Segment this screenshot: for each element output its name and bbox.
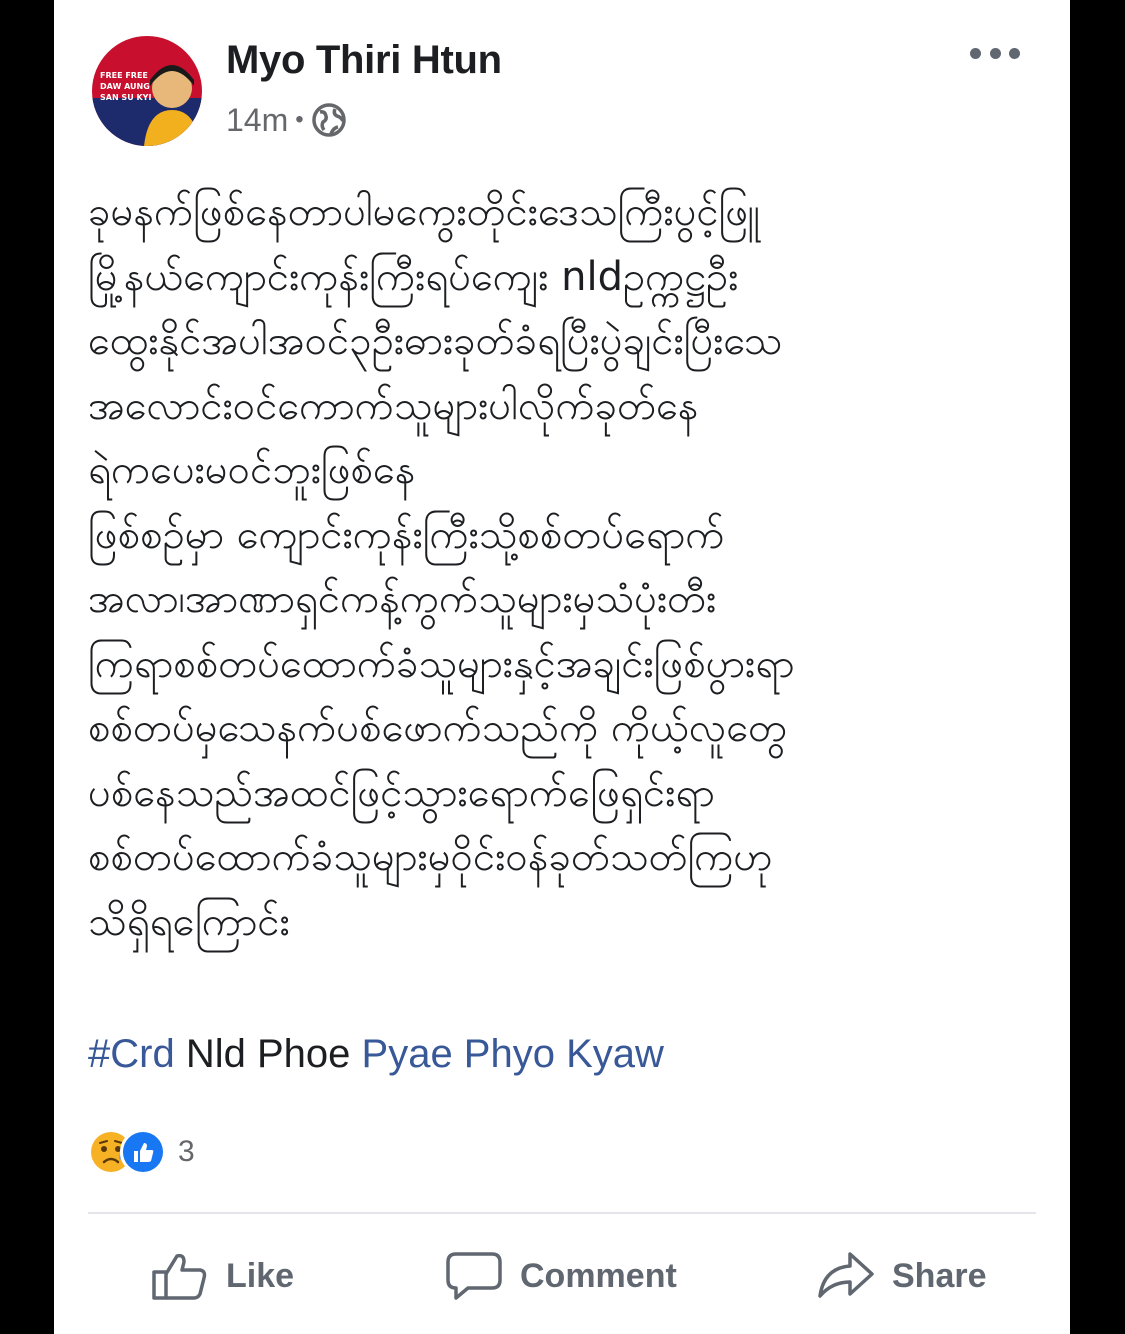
post-body-line: စစ်တပ်မှသေနက်ပစ်ဖောက်သည်ကို ကိုယ့်လူတွေ [88, 705, 788, 751]
post-body-line: ထွေးနိုင်အပါအဝင်၃ဦးဓားခုတ်ခံရပြီးပွဲချင်… [88, 318, 783, 364]
meta-separator: • [295, 106, 304, 133]
like-reaction-icon [120, 1129, 166, 1175]
avatar-image: FREE FREE DAW AUNG SAN SU KYI [92, 36, 202, 146]
post-body-line: မြို့နယ်ကျောင်းကုန်းကြီးရပ်ကျေး nldဥက္ကဋ… [88, 253, 739, 300]
post-meta: 14m • [226, 100, 347, 140]
post-body-line: ဖြစ်စဉ်မှာ ကျောင်းကုန်းကြီးသို့စစ်တပ်ရော… [88, 511, 725, 558]
like-label: Like [226, 1256, 295, 1295]
author-avatar[interactable]: FREE FREE DAW AUNG SAN SU KYI [92, 36, 202, 146]
comment-label: Comment [520, 1256, 677, 1295]
reaction-count: 3 [178, 1135, 195, 1168]
tagged-person-link[interactable]: Pyae Phyo Kyaw [362, 1032, 664, 1076]
comment-bubble-icon [446, 1252, 502, 1300]
post-body-line: အလာ၊အာဏာရှင်ကန့်ကွက်သူများမှသံပုံးတီး [88, 576, 717, 622]
post-actions-bar: Like Comment Share [54, 1240, 1070, 1312]
more-dot [970, 47, 981, 59]
author-name[interactable]: Myo Thiri Htun [226, 38, 502, 83]
post-body-line: ပစ်နေသည်အထင်ဖြင့်သွားရောက်ဖြေရှင်းရာ [88, 769, 715, 816]
post-card: FREE FREE DAW AUNG SAN SU KYI Myo Thiri … [54, 0, 1070, 1334]
globe-icon[interactable] [311, 102, 347, 138]
reaction-summary[interactable]: 3 [88, 1128, 195, 1176]
avatar-text-line-2: DAW AUNG [100, 82, 150, 91]
share-arrow-icon [818, 1252, 874, 1298]
actions-divider [88, 1212, 1036, 1214]
share-label: Share [892, 1256, 987, 1295]
like-button[interactable]: Like [150, 1240, 294, 1312]
post-body-line: သိရှိရကြောင်း [88, 898, 290, 945]
post-body-line: စစ်တပ်ထောက်ခံသူများမှဝိုင်းဝန်ခုတ်သတ်ကြဟ… [88, 834, 773, 880]
more-dot [989, 47, 1001, 59]
avatar-text-line-3: SAN SU KYI [100, 93, 151, 102]
post-body-line: ရဲကပေးမဝင်ဘူးဖြစ်နေ [88, 447, 416, 493]
thumbs-up-icon [152, 1253, 207, 1300]
hashtag-link[interactable]: #Crd [88, 1032, 175, 1076]
avatar-text-line-1: FREE FREE [100, 71, 148, 80]
post-body-line: အလောင်းဝင်ကောက်သူများပါလိုက်ခုတ်နေ [88, 382, 699, 429]
more-horizontal-icon[interactable] [970, 38, 1020, 68]
post-body-line: ခုမနက်ဖြစ်နေတာပါမကွေးတိုင်းဒေသကြီးပွင့်ဖ… [88, 189, 760, 235]
share-button[interactable]: Share [816, 1240, 987, 1312]
tag-plain-text: Nld Phoe [185, 1032, 351, 1076]
post-tags: #Crd Nld Phoe Pyae Phyo Kyaw [88, 1032, 664, 1077]
comment-button[interactable]: Comment [444, 1240, 677, 1312]
post-body: ခုမနက်ဖြစ်နေတာပါမကွေးတိုင်းဒေသကြီးပွင့်ဖ… [88, 180, 1038, 954]
more-dot [1009, 47, 1020, 59]
post-timestamp[interactable]: 14m [226, 102, 288, 139]
post-body-line: ကြရာစစ်တပ်ထောက်ခံသူများနှင့်အချင်းဖြစ်ပွ… [88, 640, 795, 687]
